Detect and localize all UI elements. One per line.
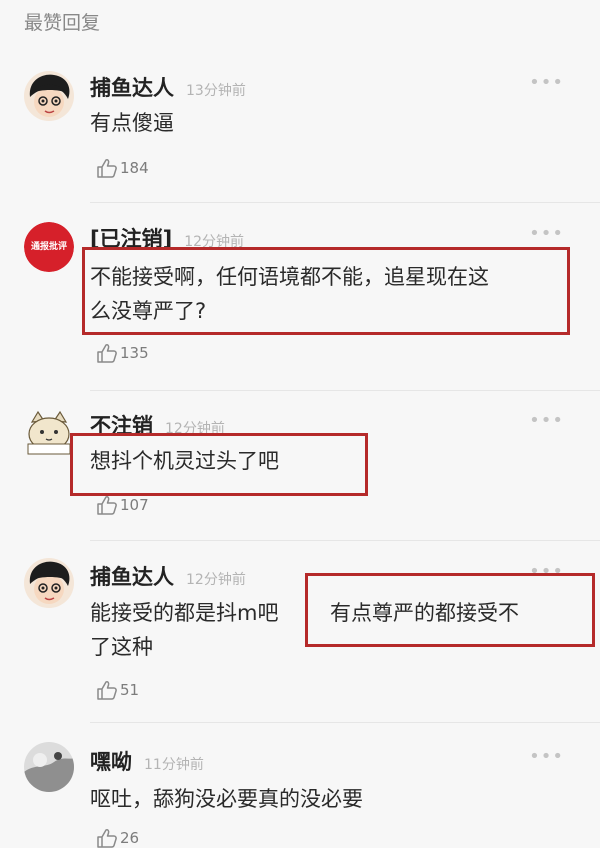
thumbs-up-outline-icon bbox=[97, 496, 117, 515]
highlight-box bbox=[70, 433, 368, 496]
comment-time: 12分钟前 bbox=[186, 572, 246, 588]
like-button[interactable]: 26 bbox=[96, 828, 139, 848]
comment-text: 能接受的都是抖m吧 了这种 bbox=[90, 601, 279, 659]
user-avatar[interactable] bbox=[24, 408, 74, 458]
user-avatar[interactable] bbox=[24, 71, 74, 121]
avatar-label: 通报批评 bbox=[30, 242, 67, 252]
more-dots-icon[interactable]: ••• bbox=[529, 72, 564, 93]
comment-time: 13分钟前 bbox=[186, 83, 246, 99]
highlight-box bbox=[305, 573, 595, 647]
cartoon-cat-avatar-icon bbox=[24, 408, 74, 458]
comment-username[interactable]: 捕鱼达人 12分钟前 bbox=[90, 561, 246, 591]
more-dots-icon[interactable]: ••• bbox=[529, 410, 564, 431]
divider bbox=[90, 722, 600, 723]
like-button[interactable]: 107 bbox=[96, 495, 149, 515]
comment-username[interactable]: 嘿呦 11分钟前 bbox=[90, 746, 204, 776]
thumbs-up-outline-icon bbox=[97, 159, 117, 178]
like-button[interactable]: 135 bbox=[96, 343, 149, 363]
like-button[interactable]: 51 bbox=[96, 680, 139, 700]
highlight-box bbox=[82, 247, 570, 335]
user-avatar[interactable] bbox=[24, 558, 74, 608]
like-count: 107 bbox=[120, 496, 149, 514]
divider bbox=[90, 390, 600, 391]
like-count: 135 bbox=[120, 344, 149, 362]
more-dots-icon[interactable]: ••• bbox=[529, 223, 564, 244]
thumbs-up-outline-icon bbox=[97, 344, 117, 363]
section-title: 最赞回复 bbox=[24, 12, 101, 34]
comment-time: 11分钟前 bbox=[144, 757, 204, 773]
cartoon-boy-avatar-icon bbox=[24, 558, 74, 608]
like-count: 26 bbox=[120, 829, 140, 847]
thumbs-up-outline-icon bbox=[97, 681, 117, 700]
user-avatar[interactable]: 通报批评 bbox=[24, 222, 74, 272]
comment-username[interactable]: 捕鱼达人 13分钟前 bbox=[90, 72, 246, 102]
more-dots-icon[interactable]: ••• bbox=[529, 746, 564, 767]
like-count: 184 bbox=[120, 159, 149, 177]
thumbs-up-outline-icon bbox=[97, 829, 117, 848]
divider bbox=[90, 540, 600, 541]
user-avatar[interactable] bbox=[24, 742, 74, 792]
like-button[interactable]: 184 bbox=[96, 158, 149, 178]
divider bbox=[90, 202, 600, 203]
photo-avatar-icon bbox=[24, 742, 74, 792]
cartoon-boy-avatar-icon bbox=[24, 71, 74, 121]
comment-text: 有点傻逼 bbox=[90, 111, 174, 135]
like-count: 51 bbox=[120, 681, 140, 699]
comment-text: 呕吐，舔狗没必要真的没必要 bbox=[90, 787, 363, 811]
